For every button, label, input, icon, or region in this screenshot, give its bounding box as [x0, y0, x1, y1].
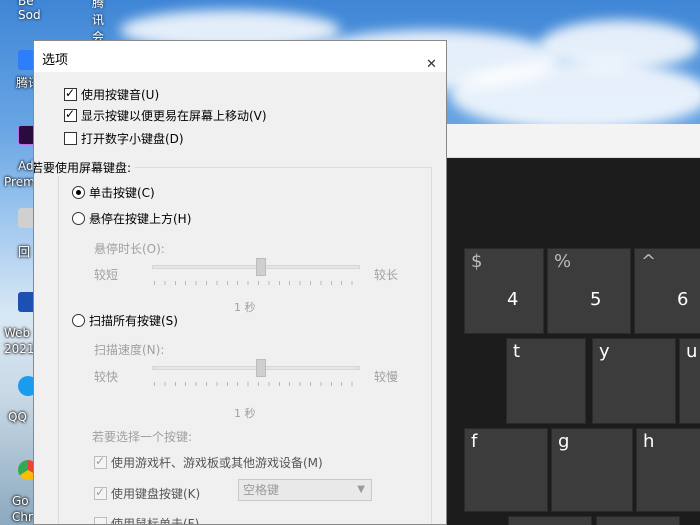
dialog-titlebar: 选项 ✕: [34, 41, 446, 72]
scan-ticks: [154, 382, 362, 386]
numpad-option[interactable]: 打开数字小键盘(D): [64, 130, 184, 147]
key-bottom[interactable]: [508, 516, 592, 525]
key-main-label: f: [471, 431, 478, 452]
scan-keys-label: 扫描所有按键(S): [89, 314, 178, 328]
key-upper-label: ^: [641, 251, 657, 272]
desktop-icon-label[interactable]: 2021: [4, 342, 35, 356]
key-5[interactable]: % 5: [547, 248, 631, 334]
mouse-click-option[interactable]: 使用鼠标单击(F): [94, 515, 200, 525]
keyboard-key-select-value: 空格键: [243, 483, 280, 497]
numpad-checkbox[interactable]: [64, 132, 77, 145]
hover-long-label: 较长: [374, 268, 399, 282]
key-y[interactable]: y: [592, 338, 676, 424]
mouse-click-checkbox[interactable]: [94, 517, 107, 524]
key-t[interactable]: t: [506, 338, 586, 424]
key-4[interactable]: $ 4: [464, 248, 544, 334]
desktop-icon-label[interactable]: 回: [18, 243, 30, 260]
hover-ticks: [154, 281, 362, 285]
show-keys-option[interactable]: 显示按键以便更易在屏幕上移动(V): [64, 107, 267, 124]
key-main-label: y: [599, 341, 610, 362]
hover-keys-radio[interactable]: [72, 212, 85, 225]
click-keys-radio[interactable]: [72, 186, 85, 199]
click-sound-checkbox[interactable]: [64, 86, 77, 101]
hover-duration-label: 悬停时长(O):: [94, 242, 165, 256]
gamepad-option[interactable]: 使用游戏杆、游戏板或其他游戏设备(M): [94, 454, 323, 471]
click-keys-option[interactable]: 单击按键(C): [72, 184, 155, 201]
show-keys-checkbox[interactable]: [64, 107, 77, 122]
key-main-label: h: [643, 431, 655, 452]
scan-speed-thumb[interactable]: [256, 359, 266, 377]
click-sound-label: 使用按键音(U): [81, 88, 160, 102]
scan-fast-label: 较快: [94, 370, 119, 384]
scan-keys-option[interactable]: 扫描所有按键(S): [72, 312, 178, 329]
key-f[interactable]: f: [464, 428, 548, 512]
key-g[interactable]: g: [551, 428, 633, 512]
hover-short-label: 较短: [94, 268, 119, 282]
desktop-icon-label[interactable]: Web: [4, 326, 30, 340]
keyboard-key-select[interactable]: 空格键 ▼: [238, 479, 372, 501]
key-main-label: 5: [590, 289, 602, 310]
mouse-click-label: 使用鼠标单击(F): [111, 517, 200, 525]
key-upper-label: %: [554, 251, 572, 272]
key-main-label: t: [513, 341, 521, 362]
scan-value: 1 秒: [234, 407, 256, 420]
osk-titlebar: [446, 124, 700, 158]
key-upper-label: $: [471, 251, 483, 272]
desktop-icon-label[interactable]: QQ: [8, 410, 27, 424]
hover-keys-option[interactable]: 悬停在按键上方(H): [72, 210, 191, 227]
desktop-top-label: Be Sod: [18, 0, 41, 22]
hover-keys-label: 悬停在按键上方(H): [89, 212, 192, 226]
close-icon: ✕: [426, 57, 437, 72]
hover-value: 1 秒: [234, 301, 256, 314]
gamepad-label: 使用游戏杆、游戏板或其他游戏设备(M): [111, 456, 323, 470]
desktop-icon-label[interactable]: Ad: [18, 159, 34, 173]
keyboard-key-label: 使用键盘按键(K): [111, 487, 201, 501]
show-keys-label: 显示按键以便更易在屏幕上移动(V): [81, 109, 267, 123]
desktop-icon-label[interactable]: Go: [12, 494, 29, 508]
on-screen-keyboard: $ 4 % 5 ^ 6 t y u f g h: [446, 158, 700, 525]
close-button[interactable]: ✕: [418, 41, 446, 72]
group-label: 若要使用屏幕键盘:: [34, 159, 136, 176]
key-main-label: 4: [507, 289, 519, 310]
click-sound-option[interactable]: 使用按键音(U): [64, 86, 159, 103]
scan-speed-label: 扫描速度(N):: [94, 343, 165, 357]
click-keys-label: 单击按键(C): [89, 186, 155, 200]
options-dialog: 选项 ✕ 使用按键音(U) 显示按键以便更易在屏幕上移动(V) 打开数字小键盘(…: [33, 40, 447, 525]
desktop-icon-label[interactable]: Chr: [12, 510, 33, 524]
dialog-title: 选项: [42, 53, 69, 68]
key-u[interactable]: u: [679, 338, 700, 424]
key-main-label: u: [686, 341, 698, 362]
key-main-label: g: [558, 431, 570, 452]
desktop-icon-label[interactable]: Prem: [4, 175, 35, 189]
keyboard-key-option[interactable]: 使用键盘按键(K): [94, 485, 200, 502]
scan-slow-label: 较慢: [374, 370, 399, 384]
numpad-label: 打开数字小键盘(D): [81, 132, 184, 146]
key-6[interactable]: ^ 6: [634, 248, 700, 334]
hover-duration-thumb[interactable]: [256, 258, 266, 276]
select-key-label: 若要选择一个按键:: [92, 430, 193, 444]
scan-keys-radio[interactable]: [72, 314, 85, 327]
keyboard-key-checkbox[interactable]: [94, 485, 107, 500]
key-bottom[interactable]: [596, 516, 680, 525]
key-main-label: 6: [677, 289, 689, 310]
chevron-down-icon: ▼: [357, 484, 365, 495]
gamepad-checkbox[interactable]: [94, 454, 107, 469]
key-h[interactable]: h: [636, 428, 700, 512]
